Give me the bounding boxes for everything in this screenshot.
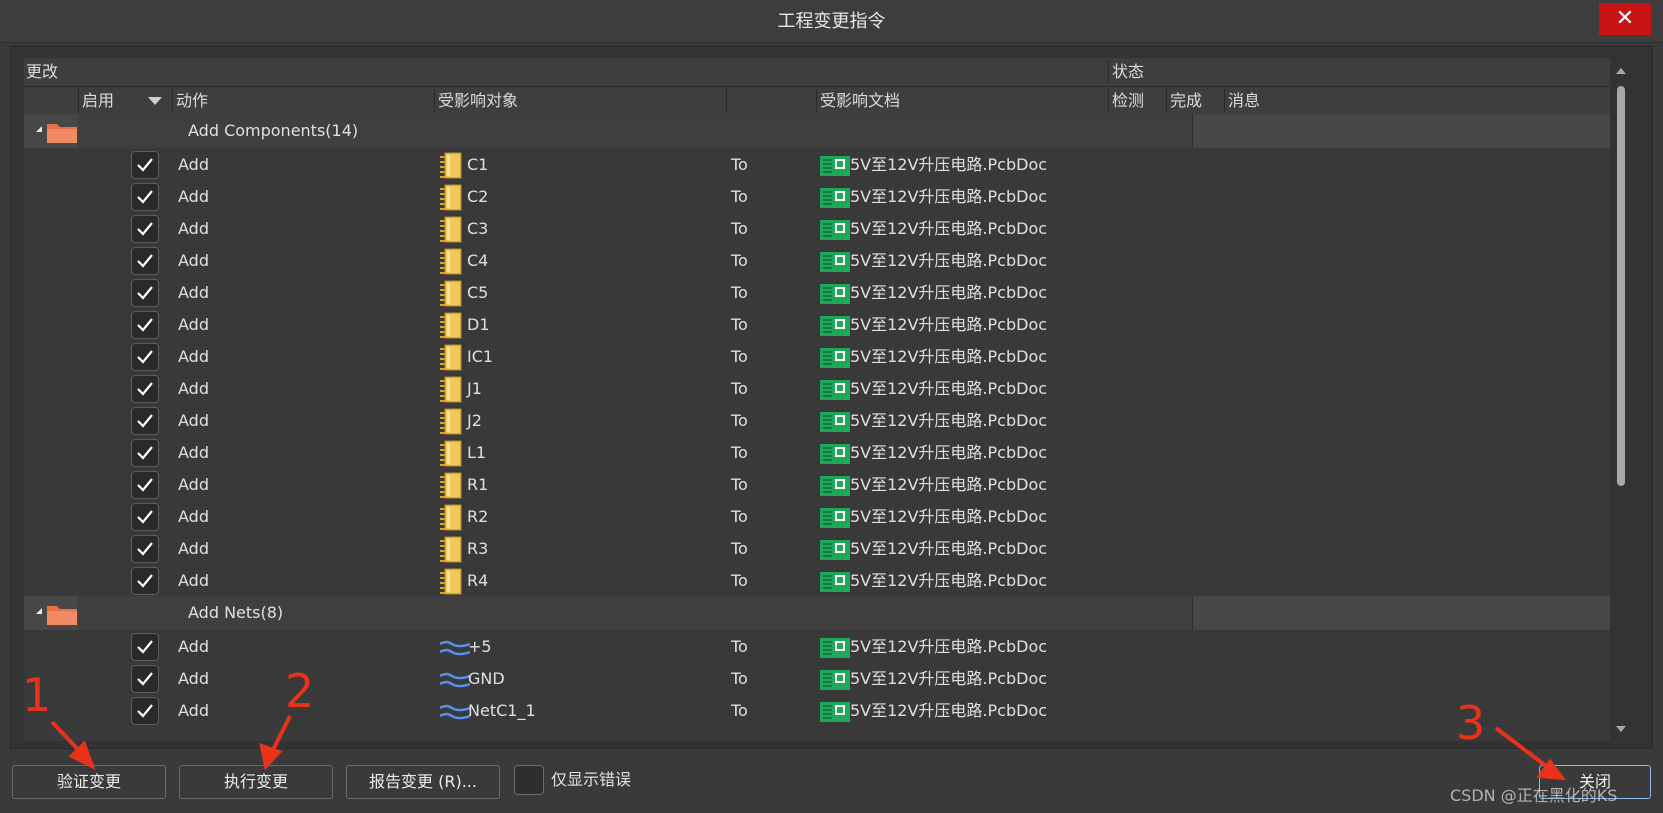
annotation-arrows: [50, 715, 1567, 781]
csdn-watermark: CSDN @正在黑化的KS: [1450, 786, 1618, 805]
